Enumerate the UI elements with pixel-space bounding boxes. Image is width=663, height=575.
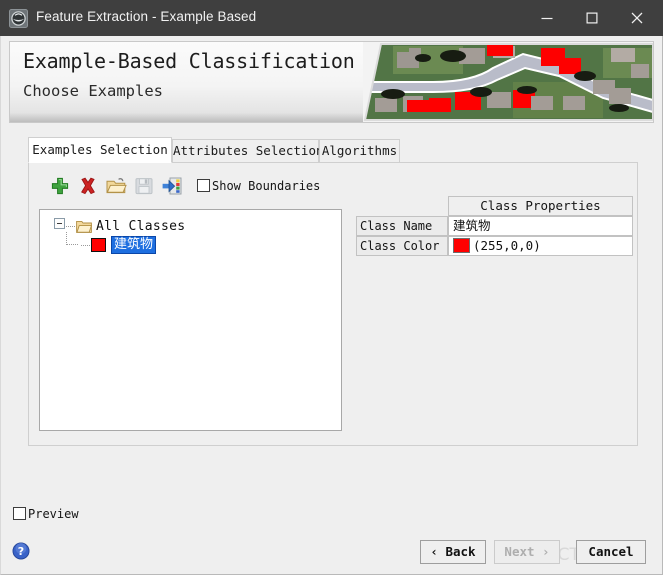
class-name-label: Class Name xyxy=(356,216,448,236)
banner-subtitle: Choose Examples xyxy=(23,82,163,100)
class-color-swatch[interactable] xyxy=(91,238,106,252)
collapse-expander-icon[interactable] xyxy=(54,218,65,229)
help-question-icon[interactable]: ? xyxy=(12,542,30,560)
window-title: Feature Extraction - Example Based xyxy=(36,9,257,24)
show-boundaries-label: Show Boundaries xyxy=(212,179,321,193)
examples-selection-panel: Show Boundaries All Classes 建筑物 Class Pr… xyxy=(28,162,638,446)
tab-examples-selection[interactable]: Examples Selection xyxy=(28,137,172,163)
open-folder-icon[interactable] xyxy=(105,175,127,197)
svg-text:?: ? xyxy=(18,545,24,558)
class-color-rgb: (255,0,0) xyxy=(473,238,541,253)
feature-extraction-dialog: Feature Extraction - Example Based Examp… xyxy=(0,0,663,575)
preview-label: Preview xyxy=(28,507,79,521)
tree-item-all-classes-label: All Classes xyxy=(96,219,186,234)
cancel-button[interactable]: Cancel xyxy=(576,540,646,564)
show-boundaries-box[interactable] xyxy=(197,179,210,192)
import-palette-icon[interactable] xyxy=(161,175,183,197)
class-name-value[interactable]: 建筑物 xyxy=(448,216,633,236)
tree-item-class-label: 建筑物 xyxy=(111,236,157,254)
folder-icon xyxy=(76,219,93,233)
tab-attributes-selection[interactable]: Attributes Selection xyxy=(172,139,324,163)
maximize-icon[interactable] xyxy=(569,0,614,36)
tree-item-class[interactable]: 建筑物 xyxy=(80,236,157,254)
plus-icon[interactable] xyxy=(49,175,71,197)
class-tree[interactable]: All Classes 建筑物 xyxy=(39,209,342,431)
title-bar: Feature Extraction - Example Based xyxy=(0,0,663,36)
wizard-banner: Example-Based Classification Choose Exam… xyxy=(9,41,654,123)
tree-connector xyxy=(66,226,75,227)
minimize-icon[interactable] xyxy=(524,0,569,36)
banner-title: Example-Based Classification xyxy=(23,49,355,73)
tab-algorithms[interactable]: Algorithms xyxy=(319,139,400,163)
delete-x-icon[interactable] xyxy=(77,175,99,197)
preview-checkbox[interactable]: Preview xyxy=(13,505,79,523)
next-button: Next › xyxy=(494,540,560,564)
show-boundaries-checkbox[interactable]: Show Boundaries xyxy=(197,177,320,195)
class-color-swatch-property[interactable] xyxy=(453,238,470,253)
tree-connector-child xyxy=(81,245,90,246)
aerial-classified-buildings-thumbnail xyxy=(363,42,653,122)
tree-elbow xyxy=(66,232,78,245)
table-row: Class Name 建筑物 xyxy=(356,216,633,236)
envi-app-icon xyxy=(9,9,28,28)
save-disk-icon[interactable] xyxy=(133,175,155,197)
class-properties-header: Class Properties xyxy=(448,196,633,216)
class-color-label: Class Color xyxy=(356,236,448,256)
close-icon[interactable] xyxy=(614,0,659,36)
preview-box[interactable] xyxy=(13,507,26,520)
class-color-value[interactable]: (255,0,0) xyxy=(448,236,633,256)
back-button[interactable]: ‹ Back xyxy=(420,540,486,564)
table-row: Class Color (255,0,0) xyxy=(356,236,633,256)
